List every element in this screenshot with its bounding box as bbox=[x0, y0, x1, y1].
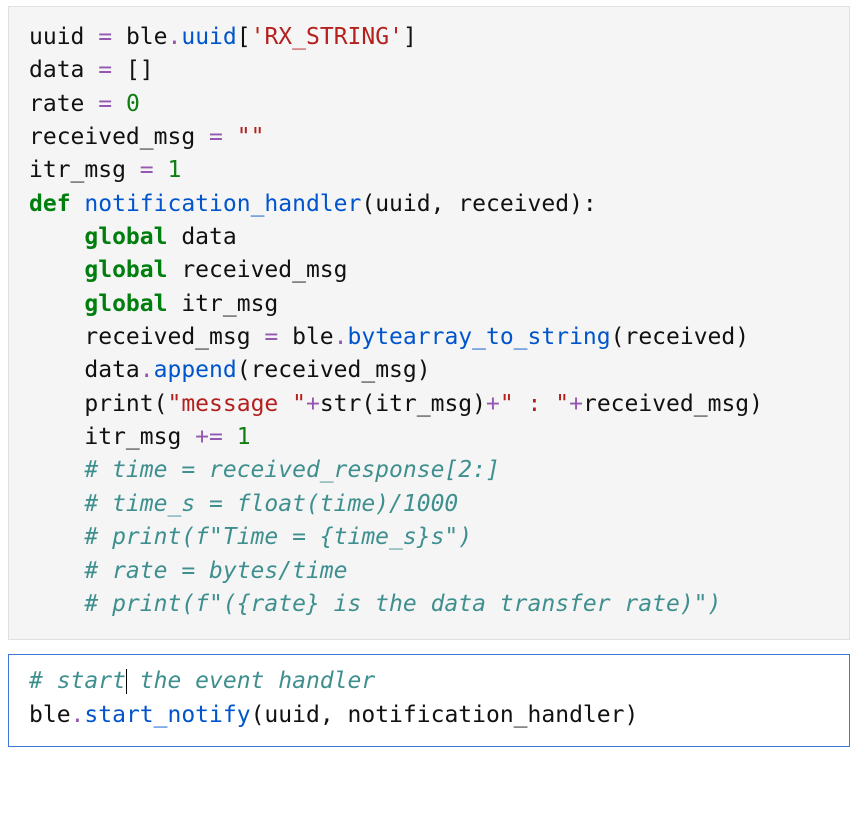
indent bbox=[29, 291, 84, 317]
code-block-2[interactable]: # start the event handler ble.start_noti… bbox=[29, 665, 829, 732]
indent bbox=[29, 424, 84, 450]
kw-global: global bbox=[84, 291, 167, 317]
attr-startnotify: start_notify bbox=[84, 702, 250, 728]
num-literal: 1 bbox=[168, 157, 182, 183]
code-text: rate bbox=[29, 91, 98, 117]
code-text: data bbox=[84, 357, 139, 383]
attr-uuid: uuid bbox=[181, 24, 236, 50]
indent bbox=[29, 224, 84, 250]
op-assign: = bbox=[98, 91, 112, 117]
code-text: itr_msg bbox=[84, 424, 195, 450]
space bbox=[223, 424, 237, 450]
op-assign: = bbox=[98, 24, 112, 50]
op-dot: . bbox=[168, 24, 182, 50]
indent bbox=[29, 558, 84, 584]
code-cell-active[interactable]: # start the event handler ble.start_noti… bbox=[8, 654, 850, 747]
op-assign: = bbox=[209, 124, 223, 150]
kw-def: def bbox=[29, 191, 71, 217]
space bbox=[223, 124, 237, 150]
string-literal: "message " bbox=[167, 391, 305, 417]
comment: # start bbox=[29, 668, 126, 694]
op-plus: + bbox=[486, 391, 500, 417]
space bbox=[112, 91, 126, 117]
space bbox=[154, 157, 168, 183]
code-text: ble bbox=[112, 24, 167, 50]
comment: # print(f"({rate} is the data transfer r… bbox=[84, 591, 721, 617]
code-text: [] bbox=[112, 57, 154, 83]
comment: the event handler bbox=[126, 668, 375, 694]
op-assign: = bbox=[140, 157, 154, 183]
num-literal: 0 bbox=[126, 91, 140, 117]
code-text: data bbox=[167, 224, 236, 250]
comment: # time = received_response[2:] bbox=[84, 457, 499, 483]
space bbox=[71, 191, 85, 217]
op-assign: = bbox=[264, 324, 278, 350]
indent bbox=[29, 357, 84, 383]
bracket-close: ] bbox=[403, 24, 417, 50]
code-text: (uuid, received): bbox=[361, 191, 596, 217]
indent bbox=[29, 324, 84, 350]
code-block-1: uuid = ble.uuid['RX_STRING'] data = [] r… bbox=[29, 21, 829, 621]
code-text: uuid bbox=[29, 24, 98, 50]
indent bbox=[29, 257, 84, 283]
indent bbox=[29, 524, 84, 550]
code-text: (uuid, notification_handler) bbox=[251, 702, 639, 728]
indent bbox=[29, 491, 84, 517]
op-assign: = bbox=[98, 57, 112, 83]
code-cell-executed: uuid = ble.uuid['RX_STRING'] data = [] r… bbox=[8, 6, 850, 640]
op-dot: . bbox=[334, 324, 348, 350]
code-text: received_msg) bbox=[583, 391, 763, 417]
attr-append: append bbox=[154, 357, 237, 383]
code-text: ble bbox=[278, 324, 333, 350]
op-dot: . bbox=[71, 702, 85, 728]
code-text: received_msg bbox=[84, 324, 264, 350]
code-text: (received) bbox=[611, 324, 749, 350]
op-dot: . bbox=[140, 357, 154, 383]
op-plus: + bbox=[569, 391, 583, 417]
num-literal: 1 bbox=[237, 424, 251, 450]
indent bbox=[29, 391, 84, 417]
string-literal: "" bbox=[237, 124, 265, 150]
comment: # print(f"Time = {time_s}s") bbox=[84, 524, 472, 550]
bracket-open: [ bbox=[237, 24, 251, 50]
kw-global: global bbox=[84, 224, 167, 250]
op-plus: + bbox=[306, 391, 320, 417]
code-text: data bbox=[29, 57, 98, 83]
comment: # rate = bytes/time bbox=[84, 558, 347, 584]
indent bbox=[29, 591, 84, 617]
code-text: str(itr_msg) bbox=[320, 391, 486, 417]
code-text: itr_msg bbox=[167, 291, 278, 317]
code-text: ble bbox=[29, 702, 71, 728]
string-literal: 'RX_STRING' bbox=[251, 24, 403, 50]
code-text: received_msg bbox=[29, 124, 209, 150]
comment: # time_s = float(time)/1000 bbox=[84, 491, 458, 517]
code-text: itr_msg bbox=[29, 157, 140, 183]
kw-global: global bbox=[84, 257, 167, 283]
code-text: received_msg bbox=[167, 257, 347, 283]
func-name: notification_handler bbox=[84, 191, 361, 217]
code-text: (received_msg) bbox=[237, 357, 431, 383]
code-text: print( bbox=[84, 391, 167, 417]
indent bbox=[29, 457, 84, 483]
attr-bytearraytostring: bytearray_to_string bbox=[348, 324, 611, 350]
string-literal: " : " bbox=[500, 391, 569, 417]
op-plusequal: += bbox=[195, 424, 223, 450]
